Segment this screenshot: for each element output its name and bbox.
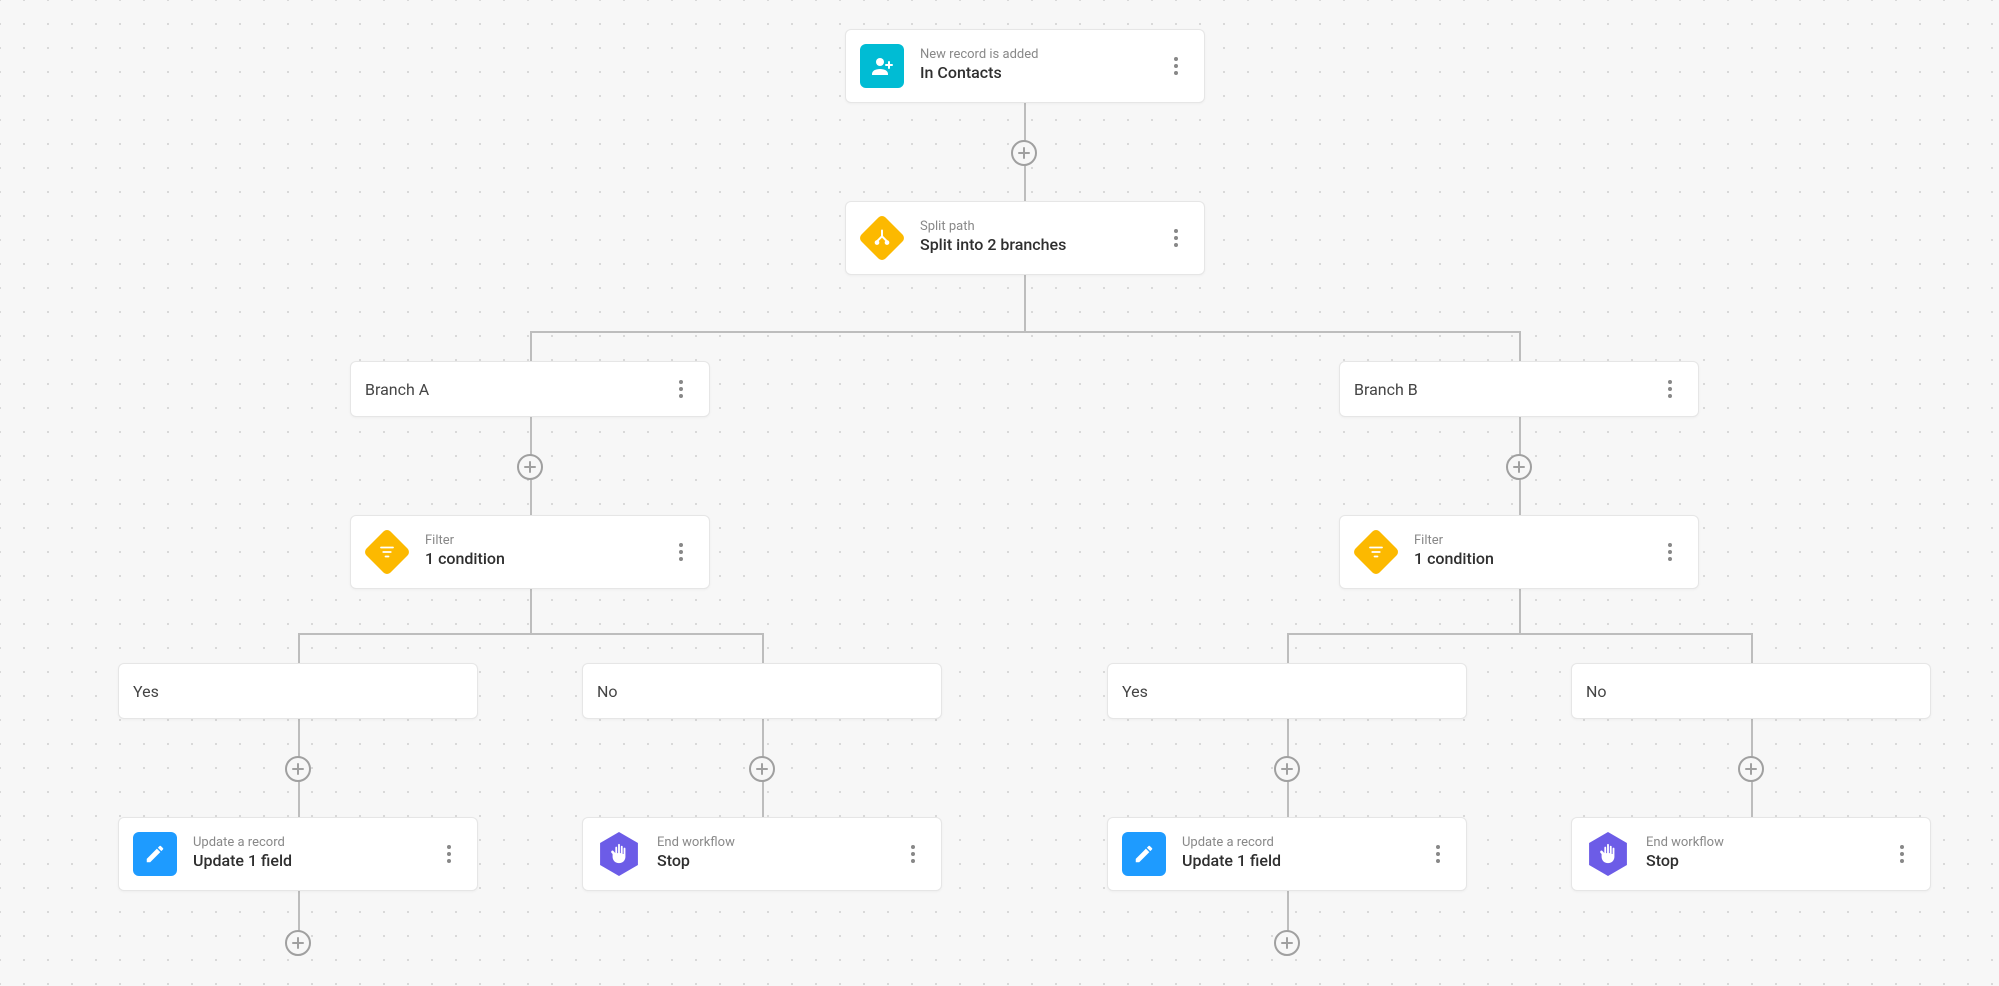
trigger-node[interactable]: New record is added In Contacts	[845, 29, 1205, 103]
person-add-icon	[860, 44, 904, 88]
pencil-icon	[133, 832, 177, 876]
connector	[530, 331, 1519, 333]
stop-hand-icon	[1586, 832, 1630, 876]
add-step-button[interactable]	[749, 756, 775, 782]
connector	[1287, 633, 1751, 635]
add-step-button[interactable]	[285, 756, 311, 782]
node-menu-button[interactable]	[1424, 840, 1452, 868]
node-title: Update 1 field	[193, 851, 429, 872]
stop-node-a[interactable]: End workflow Stop	[582, 817, 942, 891]
node-subtitle: Update a record	[1182, 836, 1418, 851]
connector	[762, 633, 764, 663]
stop-node-b[interactable]: End workflow Stop	[1571, 817, 1931, 891]
filter-node-a[interactable]: Filter 1 condition	[350, 515, 710, 589]
split-node[interactable]: Split path Split into 2 branches	[845, 201, 1205, 275]
connector	[1287, 633, 1289, 663]
connector	[1024, 275, 1026, 331]
no-b-label[interactable]: No	[1571, 663, 1931, 719]
node-subtitle: End workflow	[1646, 836, 1882, 851]
update-node-a[interactable]: Update a record Update 1 field	[118, 817, 478, 891]
node-title: Split into 2 branches	[920, 235, 1156, 256]
node-title: Stop	[1646, 851, 1882, 872]
node-menu-button[interactable]	[1656, 375, 1684, 403]
branch-label-text: No	[597, 682, 927, 701]
connector	[298, 633, 300, 663]
node-menu-button[interactable]	[1656, 538, 1684, 566]
connector	[1287, 891, 1289, 931]
no-a-label[interactable]: No	[582, 663, 942, 719]
workflow-canvas[interactable]: New record is added In Contacts Split pa…	[0, 0, 1999, 986]
node-menu-button[interactable]	[435, 840, 463, 868]
branch-label-text: Branch B	[1354, 380, 1650, 399]
connector	[530, 331, 532, 361]
yes-a-label[interactable]: Yes	[118, 663, 478, 719]
stop-hand-icon	[597, 832, 641, 876]
filter-icon	[1354, 530, 1398, 574]
connector	[1519, 331, 1521, 361]
node-title: Stop	[657, 851, 893, 872]
yes-b-label[interactable]: Yes	[1107, 663, 1467, 719]
node-subtitle: End workflow	[657, 836, 893, 851]
node-subtitle: Filter	[1414, 534, 1650, 549]
pencil-icon	[1122, 832, 1166, 876]
add-step-button[interactable]	[1274, 930, 1300, 956]
add-step-button[interactable]	[1506, 454, 1532, 480]
node-title: Update 1 field	[1182, 851, 1418, 872]
node-menu-button[interactable]	[1162, 52, 1190, 80]
node-menu-button[interactable]	[1162, 224, 1190, 252]
branch-label-text: No	[1586, 682, 1916, 701]
branch-label-text: Yes	[133, 682, 463, 701]
branch-a-label[interactable]: Branch A	[350, 361, 710, 417]
node-menu-button[interactable]	[667, 375, 695, 403]
node-title: 1 condition	[1414, 549, 1650, 570]
add-step-button[interactable]	[517, 454, 543, 480]
add-step-button[interactable]	[1011, 140, 1037, 166]
node-menu-button[interactable]	[1888, 840, 1916, 868]
connector	[1519, 589, 1521, 633]
connector	[298, 633, 762, 635]
node-title: 1 condition	[425, 549, 661, 570]
branch-b-label[interactable]: Branch B	[1339, 361, 1699, 417]
add-step-button[interactable]	[285, 930, 311, 956]
update-node-b[interactable]: Update a record Update 1 field	[1107, 817, 1467, 891]
split-icon	[860, 216, 904, 260]
filter-icon	[365, 530, 409, 574]
add-step-button[interactable]	[1274, 756, 1300, 782]
connector	[1751, 633, 1753, 663]
branch-label-text: Yes	[1122, 682, 1452, 701]
connector	[530, 589, 532, 633]
node-menu-button[interactable]	[667, 538, 695, 566]
node-subtitle: Split path	[920, 220, 1156, 235]
node-subtitle: Update a record	[193, 836, 429, 851]
add-step-button[interactable]	[1738, 756, 1764, 782]
branch-label-text: Branch A	[365, 380, 661, 399]
node-subtitle: Filter	[425, 534, 661, 549]
node-title: In Contacts	[920, 63, 1156, 84]
connector	[298, 891, 300, 931]
node-menu-button[interactable]	[899, 840, 927, 868]
node-subtitle: New record is added	[920, 48, 1156, 63]
filter-node-b[interactable]: Filter 1 condition	[1339, 515, 1699, 589]
